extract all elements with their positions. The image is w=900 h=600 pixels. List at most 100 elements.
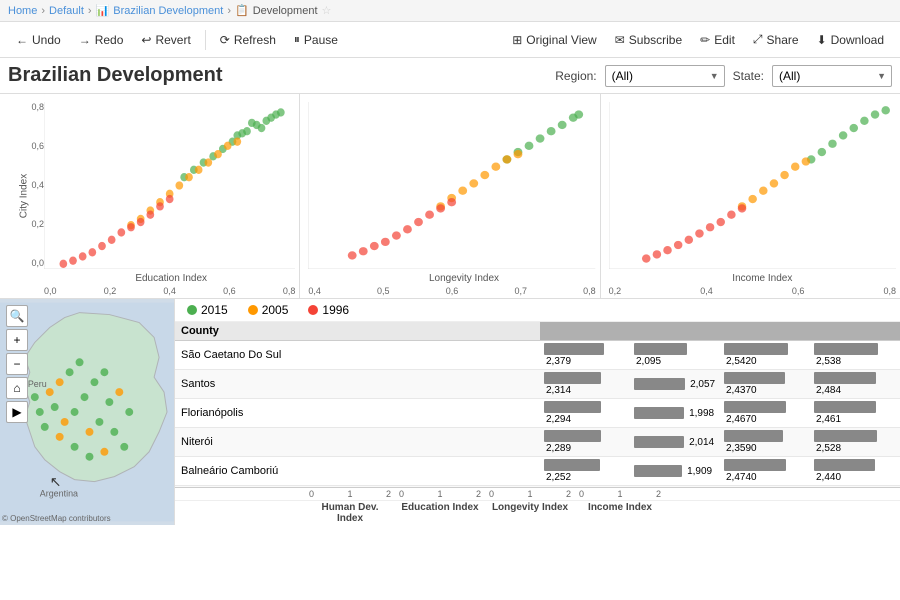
bar-cell: 2,450 <box>810 486 900 487</box>
state-select[interactable]: (All) <box>772 65 892 87</box>
header-row: Brazilian Development Region: (All) Stat… <box>0 58 900 93</box>
col1-header <box>540 322 630 341</box>
county-cell: Santos <box>175 370 540 399</box>
map-section[interactable]: 🔍 + − ⌂ ▶ <box>0 299 175 525</box>
bar-cell: 2,3320 <box>720 486 810 487</box>
table-row: Niterói 2,289 2,014 2,3590 2,528 <box>175 428 900 457</box>
edit-button[interactable]: ✏ Edit <box>692 29 743 51</box>
region-select-wrapper: (All) <box>605 65 725 87</box>
legend-label-2005: 2005 <box>262 303 289 317</box>
scatter-chart-income[interactable]: 0,20,40,60,8 Income Index <box>601 94 900 298</box>
col4-label: Income Index <box>575 501 665 525</box>
bar-cell: 2,538 <box>810 341 900 370</box>
table-row: Balneário Camboriú 2,252 1,909 2,4740 2,… <box>175 457 900 486</box>
bar-cell: 2,095 <box>630 341 720 370</box>
original-view-button[interactable]: ⊞ Original View <box>504 29 605 51</box>
legend-label-2015: 2015 <box>201 303 228 317</box>
redo-icon: → <box>79 33 91 47</box>
redo-button[interactable]: → Redo <box>71 29 132 51</box>
bar-cell: 2,314 <box>540 370 630 399</box>
page-title: Brazilian Development <box>8 64 547 87</box>
svg-text:Peru: Peru <box>28 379 47 389</box>
legend-row: 2015 2005 1996 <box>175 299 900 322</box>
breadcrumb-development: Development <box>253 5 318 17</box>
bar-cell: 2,4740 <box>720 457 810 486</box>
col1-label: Human Dev. Index <box>305 501 395 525</box>
table-row: Santos 2,314 2,057 2,4370 2,484 <box>175 370 900 399</box>
scatter-plots-row: 0,80,60,40,20,0 City Index <box>0 94 900 299</box>
refresh-button[interactable]: ⟳ Refresh <box>212 29 284 51</box>
bar-cell: 2,440 <box>810 457 900 486</box>
toolbar-right: ⊞ Original View ✉ Subscribe ✏ Edit ⤢ Sha… <box>504 28 892 51</box>
svg-text:Argentina: Argentina <box>40 489 78 499</box>
data-table: County São Caetano Do Sul 2,379 <box>175 322 900 487</box>
bar-cell: 2,3590 <box>720 428 810 457</box>
breadcrumb-star-icon[interactable]: ☆ <box>322 4 332 17</box>
x-axis-labels-education: 0,00,20,40,60,8 <box>44 286 295 296</box>
map-home-button[interactable]: ⌂ <box>6 377 28 399</box>
table-container: County São Caetano Do Sul 2,379 <box>175 322 900 487</box>
county-cell: Balneário Camboriú <box>175 457 540 486</box>
scatter-chart-education[interactable]: 0,80,60,40,20,0 City Index <box>0 94 300 298</box>
breadcrumb-brazilian[interactable]: Brazilian Development <box>113 5 223 17</box>
breadcrumb-home[interactable]: Home <box>8 5 37 17</box>
breadcrumb-icon-table: 📋 <box>235 4 249 17</box>
col2-header <box>630 322 720 341</box>
col2-label: Education Index <box>395 501 485 525</box>
map-search-button[interactable]: 🔍 <box>6 305 28 327</box>
download-button[interactable]: ⬇ Download <box>809 29 892 51</box>
county-cell: Vitória <box>175 486 540 487</box>
table-scroll[interactable]: County São Caetano Do Sul 2,379 <box>175 322 900 487</box>
bar-cell: 2,252 <box>540 457 630 486</box>
subscribe-button[interactable]: ✉ Subscribe <box>607 29 690 51</box>
bar-cell: 2,5420 <box>720 341 810 370</box>
bar-cell: 2,294 <box>540 399 630 428</box>
county-header: County <box>175 322 540 341</box>
state-select-wrapper: (All) <box>772 65 892 87</box>
x-axis-labels-income: 0,20,40,60,8 <box>609 286 896 296</box>
refresh-icon: ⟳ <box>220 33 230 47</box>
col4-header <box>810 322 900 341</box>
bar-cell: 1,998 <box>630 399 720 428</box>
edit-icon: ✏ <box>700 33 710 47</box>
table-row: Florianópolis 2,294 1,998 2,4670 2,461 <box>175 399 900 428</box>
bar-cell: 2,000 <box>630 486 720 487</box>
original-view-icon: ⊞ <box>512 33 522 47</box>
bar-cell: 2,4670 <box>720 399 810 428</box>
x-axis-label-longevity: Longevity Index <box>429 273 499 284</box>
breadcrumb-default[interactable]: Default <box>49 5 84 17</box>
pause-button[interactable]: ⏸ Pause <box>286 28 346 51</box>
bar-cell: 2,248 <box>540 486 630 487</box>
county-cell: Florianópolis <box>175 399 540 428</box>
scatter-chart-longevity[interactable]: 0,40,50,60,70,8 Longevity Index <box>300 94 600 298</box>
bar-cell: 2,057 <box>630 370 720 399</box>
x-axis-label-income: Income Index <box>732 273 792 284</box>
legend-item-2005: 2005 <box>248 303 289 317</box>
scatter-svg-longevity <box>308 102 595 269</box>
col2-ticks: 012 <box>395 488 485 500</box>
bar-cell: 2,461 <box>810 399 900 428</box>
subscribe-icon: ✉ <box>615 33 625 47</box>
map-zoom-out-button[interactable]: − <box>6 353 28 375</box>
undo-button[interactable]: ← Undo <box>8 29 69 51</box>
map-arrow-button[interactable]: ▶ <box>6 401 28 423</box>
revert-button[interactable]: ↩ Revert <box>133 29 198 51</box>
col3-label: Longevity Index <box>485 501 575 525</box>
table-row: Vitória 2,248 2,000 2,3320 2,450 <box>175 486 900 487</box>
map-controls: 🔍 + − ⌂ ▶ <box>6 305 28 423</box>
bar-cell: 1,909 <box>630 457 720 486</box>
col3-ticks: 012 <box>485 488 575 500</box>
svg-text:↖: ↖ <box>50 474 62 490</box>
state-label: State: <box>733 69 764 83</box>
map-zoom-in-button[interactable]: + <box>6 329 28 351</box>
revert-icon: ↩ <box>141 33 151 47</box>
col3-header <box>720 322 810 341</box>
bar-cell: 2,528 <box>810 428 900 457</box>
legend-item-1996: 1996 <box>308 303 349 317</box>
bar-cell: 2,014 <box>630 428 720 457</box>
y-axis-label: City Index <box>19 174 30 218</box>
toolbar: ← Undo → Redo ↩ Revert ⟳ Refresh ⏸ Pause… <box>0 22 900 58</box>
share-button[interactable]: ⤢ Share <box>745 28 807 51</box>
bar-cell: 2,4370 <box>720 370 810 399</box>
region-select[interactable]: (All) <box>605 65 725 87</box>
